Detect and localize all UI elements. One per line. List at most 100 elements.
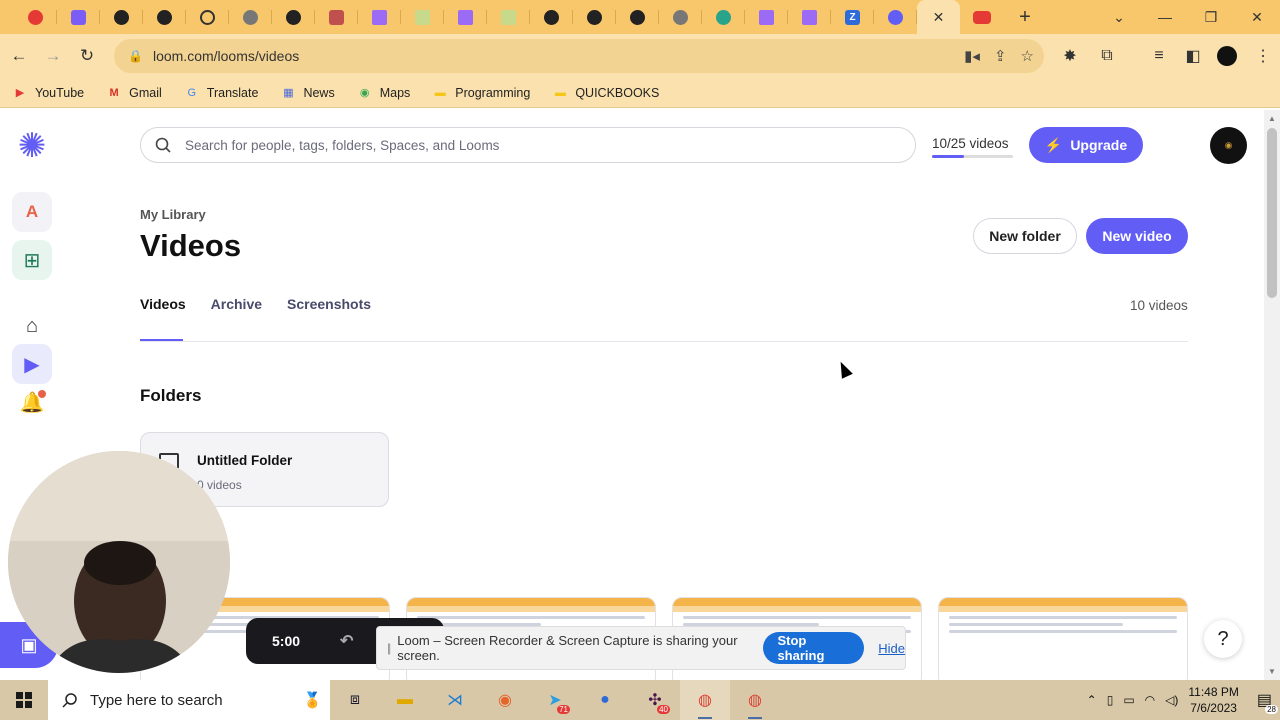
file-explorer-icon[interactable]: ▬ [380, 680, 430, 720]
bookmark-gmail[interactable]: M Gmail [106, 86, 162, 100]
wifi-icon[interactable]: ◠ [1145, 693, 1155, 707]
extensions-puzzle-icon[interactable]: ⧉ [1090, 34, 1124, 78]
notifications-icon[interactable]: ▤ 28 [1257, 690, 1278, 714]
forward-button[interactable]: → [36, 39, 70, 73]
drag-handle-icon[interactable]: || [387, 641, 391, 655]
tab-vite[interactable] [444, 0, 487, 34]
tab-search-chevron-icon[interactable]: ⌄ [1096, 0, 1142, 34]
browser-menu-icon[interactable]: ⋮ [1246, 34, 1280, 78]
undo-icon[interactable]: ↶ [340, 631, 353, 651]
bookmark-news[interactable]: ▦ News [280, 86, 334, 100]
tab-vite[interactable] [358, 0, 401, 34]
tab-github[interactable] [530, 0, 573, 34]
tab-zoom[interactable]: Z [831, 0, 874, 34]
help-button[interactable]: ? [1204, 620, 1242, 658]
gift-icon[interactable]: ⊞ [12, 240, 52, 280]
stop-sharing-button[interactable]: Stop sharing [763, 632, 865, 664]
user-avatar[interactable]: ◉ [1210, 127, 1247, 164]
tab-recording[interactable] [14, 0, 57, 34]
tab-openai[interactable] [702, 0, 745, 34]
chrome-icon[interactable]: ◍ [680, 680, 730, 720]
minimize-button[interactable]: — [1142, 0, 1188, 34]
video-quota[interactable]: 10/25 videos [932, 136, 1009, 151]
chrome-icon[interactable]: ◍ [730, 680, 780, 720]
media-control-icon[interactable]: ≡ [1142, 34, 1176, 78]
tab-loom[interactable] [874, 0, 917, 34]
tab-vue[interactable] [401, 0, 444, 34]
extension-bug-icon[interactable]: ✸ [1053, 34, 1087, 78]
tab-github[interactable] [143, 0, 186, 34]
scrollbar-thumb[interactable] [1267, 128, 1277, 298]
tab-vite[interactable] [745, 0, 788, 34]
tab-screenshots[interactable]: Screenshots [287, 296, 371, 312]
task-view-icon[interactable]: ⧈ [330, 680, 380, 720]
clock[interactable]: 11:48 PM 7/6/2023 [1188, 684, 1238, 716]
bookmark-quickbooks[interactable]: ▬ QUICKBOOKS [552, 86, 660, 100]
library-icon[interactable]: ▶ [12, 344, 52, 384]
back-button[interactable]: ← [2, 39, 36, 73]
loom-icon [71, 9, 86, 25]
tab-globe[interactable] [659, 0, 702, 34]
side-panel-icon[interactable]: ◧ [1176, 34, 1210, 78]
new-folder-button[interactable]: New folder [973, 218, 1077, 254]
profile-avatar-icon[interactable] [1210, 34, 1244, 78]
show-hidden-icons-chevron[interactable]: ⌃ [1087, 693, 1097, 707]
tab-github[interactable] [616, 0, 659, 34]
workspace-avatar[interactable]: A [12, 192, 52, 232]
video-thumbnail[interactable] [938, 597, 1188, 680]
url-bar[interactable]: 🔒 loom.com/looms/videos ▮◂ ⇪ ☆ [114, 39, 1044, 73]
github-icon [630, 9, 645, 25]
tab-app[interactable] [315, 0, 358, 34]
loom-logo-icon[interactable]: ✺ [12, 126, 52, 166]
windows-start-button[interactable] [0, 680, 48, 720]
lock-icon: 🔒 [128, 49, 143, 63]
new-video-button[interactable]: New video [1086, 218, 1188, 254]
firefox-icon[interactable]: ◉ [480, 680, 530, 720]
close-window-button[interactable]: ✕ [1234, 0, 1280, 34]
notifications-bell-icon[interactable]: 🔔 [12, 382, 52, 422]
microphone-icon[interactable]: ▯ [1107, 693, 1114, 707]
taskbar-search-box[interactable]: Type here to search 🏅 [48, 680, 330, 720]
webcam-bubble[interactable] [8, 451, 230, 673]
tab-globe[interactable] [229, 0, 272, 34]
share-icon[interactable]: ⇪ [994, 47, 1007, 65]
upgrade-button[interactable]: ⚡ Upgrade [1029, 127, 1143, 163]
reload-button[interactable]: ↻ [70, 39, 104, 73]
tab-archive[interactable]: Archive [211, 296, 262, 312]
tab-videos[interactable]: Videos [140, 296, 186, 312]
telegram-icon[interactable]: ➤ 71 [530, 680, 580, 720]
openai-icon [716, 9, 731, 25]
home-icon[interactable]: ⌂ [12, 306, 52, 346]
slack-icon[interactable]: ✣ 40 [630, 680, 680, 720]
tab-vite[interactable] [788, 0, 831, 34]
vscode-icon[interactable]: ⋊ [430, 680, 480, 720]
tab-vue[interactable] [487, 0, 530, 34]
battery-icon[interactable]: ▭ [1123, 693, 1134, 707]
camera-icon[interactable]: ▮◂ [964, 47, 980, 65]
new-tab-button[interactable]: + [1011, 3, 1039, 31]
telegram-badge: 71 [557, 705, 570, 714]
bookmark-maps[interactable]: ◉ Maps [357, 86, 410, 100]
search-input[interactable]: Search for people, tags, folders, Spaces… [140, 127, 916, 163]
tab-youtube[interactable] [960, 0, 1003, 34]
tab-loom[interactable] [57, 0, 100, 34]
tab-refresh[interactable] [186, 0, 229, 34]
tab-github[interactable] [100, 0, 143, 34]
hide-link[interactable]: Hide [878, 641, 905, 656]
scroll-down-icon[interactable]: ▼ [1268, 667, 1276, 676]
bookmark-translate[interactable]: G Translate [184, 86, 259, 100]
close-tab-icon[interactable]: ✕ [933, 9, 945, 26]
tab-github[interactable] [272, 0, 315, 34]
bookmark-youtube[interactable]: ▶ YouTube [12, 86, 84, 100]
scroll-up-icon[interactable]: ▲ [1268, 114, 1276, 123]
zoom-app-icon[interactable]: ● [580, 680, 630, 720]
breadcrumb[interactable]: My Library [140, 207, 206, 222]
restore-button[interactable]: ❐ [1188, 0, 1234, 34]
tab-active[interactable]: ✕ [917, 0, 960, 34]
volume-icon[interactable]: ◁) [1165, 693, 1178, 707]
bookmark-programming[interactable]: ▬ Programming [432, 86, 531, 100]
bookmark-star-icon[interactable]: ☆ [1021, 47, 1034, 65]
slack-badge: 40 [657, 705, 670, 714]
page-scrollbar[interactable]: ▲ ▼ [1264, 110, 1280, 680]
tab-github[interactable] [573, 0, 616, 34]
